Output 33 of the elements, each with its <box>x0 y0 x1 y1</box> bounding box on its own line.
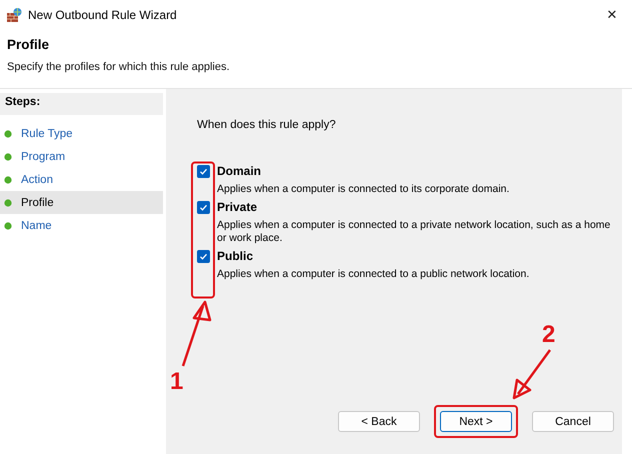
dialog-button[interactable]: Next > <box>440 411 512 432</box>
dialog-button[interactable]: < Back <box>338 411 420 432</box>
step-item[interactable]: Action <box>0 168 163 191</box>
option-description: Applies when a computer is connected to a private network location, such as a home or work place. <box>217 219 612 245</box>
bullet-icon <box>4 198 12 206</box>
option-label: Domain <box>217 164 262 178</box>
arrow <box>182 300 212 366</box>
arrow <box>512 349 552 400</box>
bullet-icon <box>4 222 12 230</box>
checkbox[interactable] <box>197 201 210 214</box>
bullet-icon <box>4 176 12 184</box>
option-label: Public <box>217 249 254 263</box>
window-title: New Outbound Rule Wizard <box>28 8 177 22</box>
callout-number: 2 <box>542 323 556 347</box>
page-title: Profile <box>7 37 50 52</box>
question-text: When does this rule apply? <box>197 119 337 131</box>
checkbox[interactable] <box>197 250 210 263</box>
step-item[interactable]: Name <box>0 214 163 237</box>
bullet-icon <box>4 130 12 138</box>
step-item[interactable]: Profile <box>0 191 163 214</box>
steps-heading: Steps: <box>0 93 163 115</box>
firewall-icon <box>6 7 22 23</box>
step-item[interactable]: Program <box>0 145 163 168</box>
bullet-icon <box>4 152 12 160</box>
option-label: Private <box>217 200 258 214</box>
callout-number: 1 <box>170 370 184 394</box>
close-button[interactable]: ✕ <box>592 0 632 30</box>
option-description: Applies when a computer is connected to a public network location. <box>217 268 530 281</box>
dialog-button[interactable]: Cancel <box>532 411 614 432</box>
step-item[interactable]: Rule Type <box>0 122 163 145</box>
option-description: Applies when a computer is connected to its corporate domain. <box>217 183 510 196</box>
page-subtitle: Specify the profiles for which this rule applies. <box>7 61 231 73</box>
checkbox[interactable] <box>197 165 210 178</box>
